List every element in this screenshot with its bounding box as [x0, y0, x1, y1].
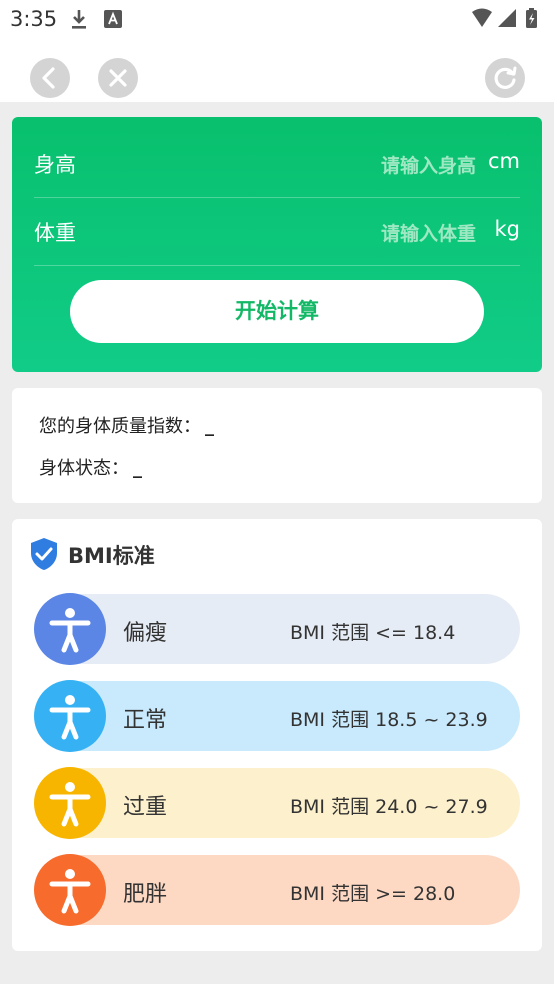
refresh-button[interactable] [485, 58, 525, 98]
back-button[interactable] [30, 58, 70, 98]
bmi-result-value: _ [205, 416, 214, 437]
bmi-result-label: 您的身体质量指数： [39, 416, 201, 437]
bmi-category-range: BMI 范围 18.5 ~ 23.9 [290, 709, 488, 731]
body-status: 身体状态： _ [39, 454, 142, 480]
height-row: 身高 请输入身高 cm [34, 129, 520, 198]
bmi-category-range: BMI 范围 24.0 ~ 27.9 [290, 796, 488, 818]
bmi-category-range: BMI 范围 >= 28.0 [290, 883, 456, 905]
wifi-icon [472, 8, 492, 27]
text-a-icon [104, 10, 122, 32]
bmi-result: 您的身体质量指数： _ [39, 412, 214, 438]
close-button[interactable] [98, 58, 138, 98]
bmi-row-underweight: 偏瘦 BMI 范围 <= 18.4 [34, 593, 520, 665]
bmi-row-normal: 正常 BMI 范围 18.5 ~ 23.9 [34, 680, 520, 752]
shield-check-icon [29, 537, 59, 575]
bmi-category-name: 过重 [123, 795, 168, 820]
bmi-standard-card: BMI标准 偏瘦 BMI 范围 <= 18.4 正常 BMI 范围 18.5 ~… [12, 519, 542, 951]
body-status-value: _ [133, 458, 142, 479]
weight-unit: kg [494, 217, 521, 241]
bmi-category-range: BMI 范围 <= 18.4 [290, 622, 456, 644]
person-icon [34, 767, 106, 839]
weight-row: 体重 请输入体重 kg [34, 197, 520, 266]
bmi-category-name: 正常 [123, 708, 168, 733]
bmi-category-name: 偏瘦 [123, 621, 168, 646]
bmi-row-obese: 肥胖 BMI 范围 >= 28.0 [34, 854, 520, 926]
calculate-button[interactable]: 开始计算 [70, 280, 484, 343]
height-unit: cm [487, 149, 520, 173]
status-icons [470, 7, 542, 35]
standard-title: BMI标准 [68, 544, 155, 568]
input-card: 身高 请输入身高 cm 体重 请输入体重 kg 开始计算 [12, 117, 542, 372]
height-label: 身高 [34, 153, 76, 177]
person-icon [34, 854, 106, 926]
body-status-label: 身体状态： [39, 458, 129, 479]
weight-input[interactable]: 请输入体重 [276, 219, 476, 246]
download-icon [70, 8, 88, 34]
signal-icon [498, 9, 516, 27]
nav-bar [0, 40, 554, 102]
chevron-left-icon [42, 67, 55, 89]
height-input[interactable]: 请输入身高 [276, 151, 476, 178]
refresh-icon [494, 66, 517, 89]
status-time: 3:35 [10, 7, 58, 31]
bmi-category-name: 肥胖 [123, 882, 168, 907]
person-icon [34, 680, 106, 752]
close-icon [109, 69, 127, 87]
weight-label: 体重 [34, 221, 76, 245]
person-icon [34, 593, 106, 665]
bmi-row-overweight: 过重 BMI 范围 24.0 ~ 27.9 [34, 767, 520, 839]
result-card: 您的身体质量指数： _ 身体状态： _ [12, 388, 542, 503]
status-bar: 3:35 [0, 0, 554, 40]
